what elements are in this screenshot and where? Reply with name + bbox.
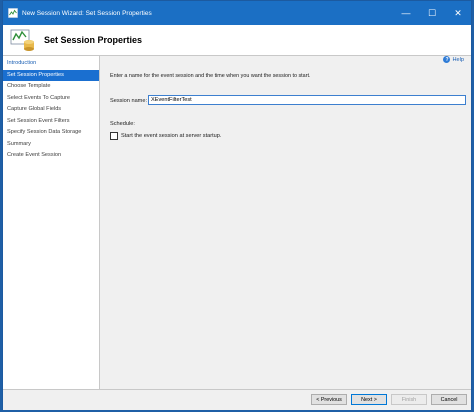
close-icon: ✕ <box>454 7 462 18</box>
sidebar-item-introduction[interactable]: Introduction <box>3 58 99 70</box>
sidebar-item-create-event-session: Create Event Session <box>7 152 62 158</box>
start-at-startup-option[interactable]: Start the event session at server startu… <box>110 132 221 140</box>
wizard-steps-sidebar: Introduction Set Session Properties Choo… <box>3 56 100 389</box>
app-icon <box>8 8 18 18</box>
help-icon: ? <box>443 56 451 63</box>
minimize-icon: — <box>401 8 411 18</box>
cancel-button[interactable]: Cancel <box>431 394 467 405</box>
window-title: New Session Wizard: Set Session Properti… <box>22 9 152 17</box>
title-bar[interactable]: New Session Wizard: Set Session Properti… <box>3 1 471 25</box>
schedule-label: Schedule: <box>110 121 135 127</box>
help-link[interactable]: ? Help <box>443 56 464 63</box>
finish-button[interactable]: Finish <box>391 394 427 405</box>
sidebar-item-choose-template: Choose Template <box>7 83 51 89</box>
start-at-startup-label: Start the event session at server startu… <box>121 133 222 139</box>
sidebar-item-set-session-properties[interactable]: Set Session Properties <box>3 69 99 81</box>
help-label: Help <box>452 56 464 63</box>
wizard-logo-icon <box>10 29 34 51</box>
page-title: Set Session Properties <box>44 35 143 45</box>
sidebar-item-summary: Summary <box>7 140 31 147</box>
maximize-icon: ☐ <box>427 7 437 18</box>
sidebar-item-data-storage: Specify Session Data Storage <box>7 129 82 135</box>
maximize-button[interactable]: ☐ <box>419 1 445 25</box>
close-button[interactable]: ✕ <box>445 1 471 25</box>
main-content: ? Help Enter a name for the event sessio… <box>101 56 471 389</box>
next-button[interactable]: Next > <box>351 394 387 405</box>
minimize-button[interactable]: — <box>393 1 419 25</box>
wizard-header: Set Session Properties <box>3 25 471 56</box>
wizard-window: New Session Wizard: Set Session Properti… <box>2 0 472 410</box>
session-name-label: Session name: <box>110 98 148 104</box>
previous-button[interactable]: < Previous <box>311 394 347 405</box>
sidebar-item-select-events: Select Events To Capture <box>7 94 71 101</box>
sidebar-item-set-event-filters: Set Session Event Filters <box>7 117 70 124</box>
instructions-text: Enter a name for the event session and t… <box>110 73 311 79</box>
sidebar-item-capture-global-fields: Capture Global Fields <box>7 106 62 112</box>
start-at-startup-checkbox[interactable] <box>110 132 118 140</box>
wizard-footer: < Previous Next > Finish Cancel <box>3 389 471 410</box>
session-name-input[interactable] <box>148 95 466 105</box>
